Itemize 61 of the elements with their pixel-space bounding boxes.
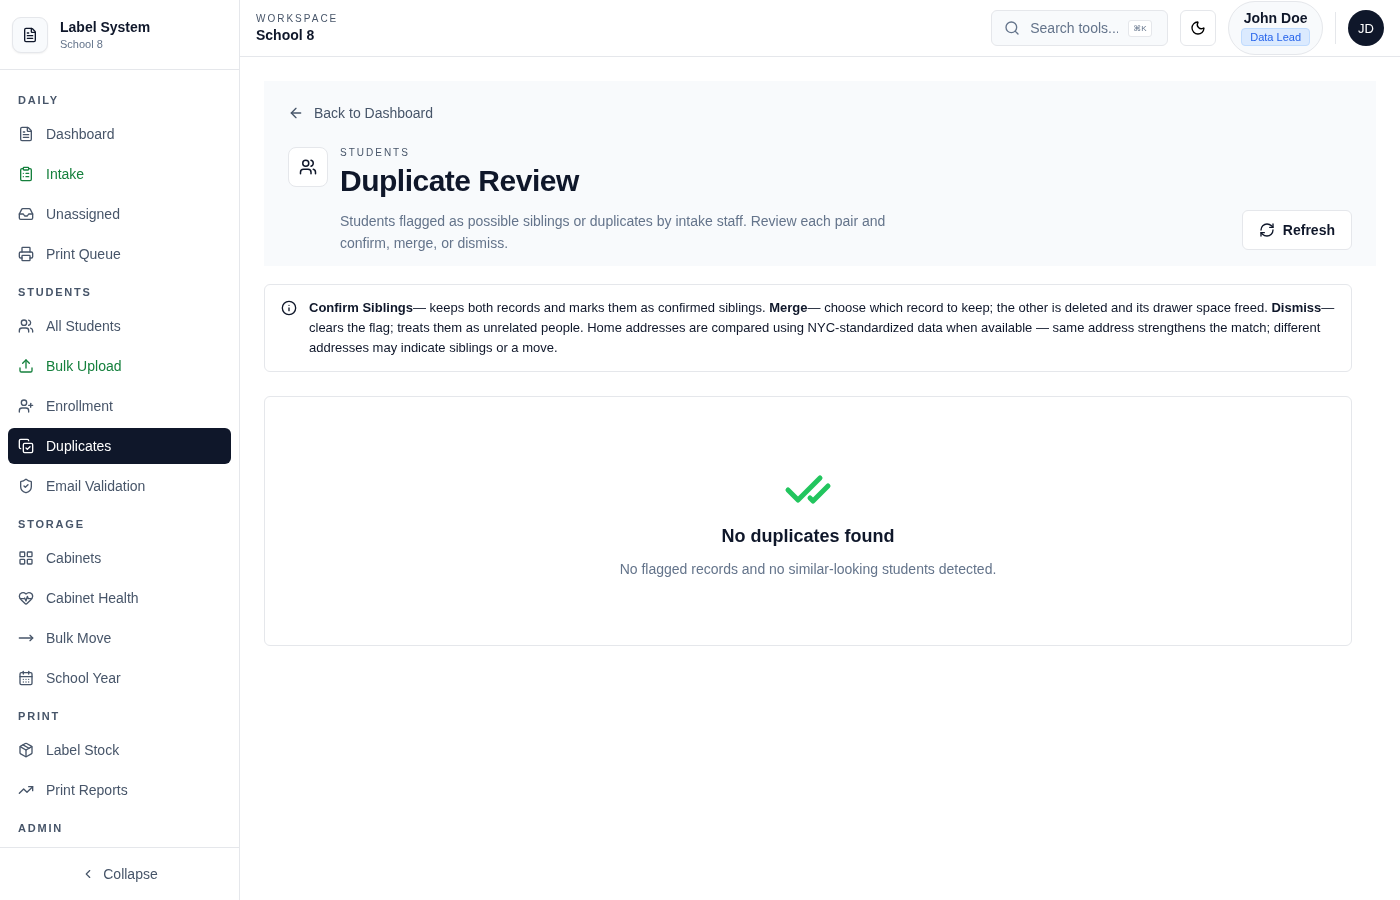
theme-toggle-button[interactable]	[1180, 10, 1217, 46]
search-icon	[1004, 20, 1021, 36]
box-icon	[18, 742, 34, 758]
document-icon	[18, 126, 34, 142]
copy-check-icon	[18, 438, 34, 454]
nav-item[interactable]: Intake	[8, 156, 231, 192]
nav-item[interactable]: All Students	[8, 308, 231, 344]
printer-icon	[18, 246, 34, 262]
users-icon	[18, 318, 34, 334]
nav-item[interactable]: Enrollment	[8, 388, 231, 424]
page-title: Duplicate Review	[340, 164, 581, 198]
section-heading: STORAGE	[17, 517, 86, 532]
inbox-icon	[18, 206, 34, 222]
refresh-icon	[1258, 222, 1275, 238]
app-title: Label System	[60, 19, 151, 35]
calendar-icon	[18, 670, 34, 686]
workspace-label: WORKSPACE	[256, 13, 339, 24]
section-heading: ADMIN	[17, 821, 65, 836]
avatar[interactable]: JD	[1348, 10, 1384, 46]
app-subtitle: School 8	[60, 38, 104, 50]
shield-icon	[18, 478, 34, 494]
moon-icon	[1190, 20, 1207, 36]
page-eyebrow: STUDENTS	[340, 147, 411, 158]
user-menu[interactable]: John Doe Data Lead	[1228, 1, 1323, 55]
nav-item[interactable]: Print Queue	[8, 236, 231, 272]
info-text: Confirm Siblings— keeps both records and marks them as confirmed siblings. Merge— choose which record to keep; the other is deleted and its drawer space freed. Dismiss— clears the flag; treats them as unrelated people. Home addresses are compared using NYC-standardized data when available — same address strengthens the match; different addresses may indicate siblings or a move.	[309, 299, 1335, 357]
role-badge: Data Lead	[1241, 28, 1310, 46]
empty-title: No duplicates found	[721, 525, 895, 547]
arrow-left-icon	[288, 105, 304, 121]
collapse-button[interactable]: Collapse	[75, 865, 164, 883]
info-icon	[281, 300, 297, 316]
user-name: John Doe	[1243, 10, 1308, 26]
logo-icon	[12, 16, 48, 53]
clipboard-icon	[18, 166, 34, 182]
empty-text: No flagged records and no similar-looking students detected.	[619, 560, 997, 577]
grid-icon	[18, 550, 34, 566]
workspace-name: School 8	[256, 27, 316, 43]
back-link[interactable]: Back to Dashboard	[288, 105, 434, 121]
nav-item[interactable]: Bulk Move	[8, 620, 231, 656]
nav-item[interactable]: Unassigned	[8, 196, 231, 232]
nav-item[interactable]: Dashboard	[8, 116, 231, 152]
nav-item[interactable]: Duplicates	[8, 428, 231, 464]
nav-item[interactable]: Bulk Upload	[8, 348, 231, 384]
nav-item[interactable]: Cabinets	[8, 540, 231, 576]
section-heading: DAILY	[17, 93, 60, 108]
search-input[interactable]: Search tools...	[1028, 19, 1121, 37]
section-heading: PRINT	[17, 709, 61, 724]
nav-item[interactable]: School Year	[8, 660, 231, 696]
nav-item[interactable]: Email Validation	[8, 468, 231, 504]
search-bar[interactable]: Search tools... ⌘K	[991, 10, 1169, 46]
nav-item[interactable]: Cabinet Health	[8, 580, 231, 616]
section-heading: STUDENTS	[17, 285, 93, 300]
nav-item[interactable]: Label Stock	[8, 732, 231, 768]
upload-icon	[18, 358, 34, 374]
nav-item[interactable]: Print Reports	[8, 772, 231, 808]
user-plus-icon	[18, 398, 34, 414]
shortcut-hint: ⌘K	[1128, 19, 1152, 37]
heart-icon	[18, 590, 34, 606]
page-description: Students flagged as possible siblings or duplicates by intake staff. Review each pair and confirm, merge, or dismiss.	[340, 212, 887, 253]
refresh-button[interactable]: Refresh	[1241, 210, 1352, 250]
users-icon	[288, 147, 328, 187]
